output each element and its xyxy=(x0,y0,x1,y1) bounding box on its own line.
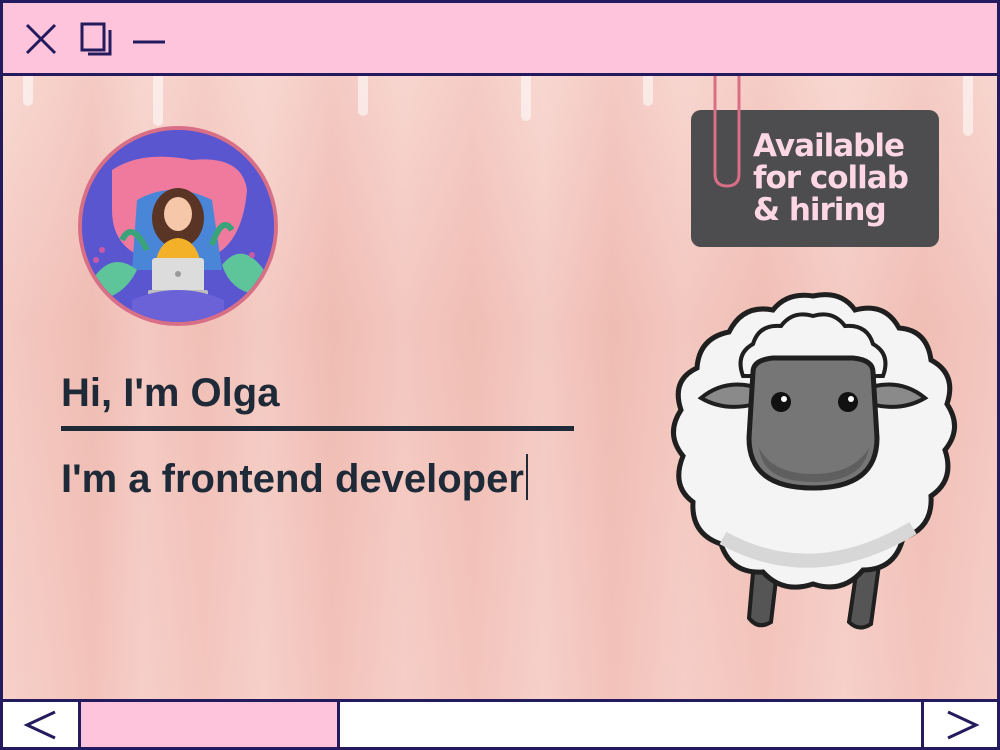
role-label: I'm a frontend developer xyxy=(61,457,524,501)
paint-streak xyxy=(643,76,653,106)
scroll-track[interactable] xyxy=(340,702,921,747)
page-content: Hi, I'm Olga I'm a frontend developer Av… xyxy=(3,76,997,699)
badge-line-1: Available xyxy=(753,128,905,164)
paint-streak xyxy=(521,76,531,121)
paint-streak xyxy=(963,76,973,136)
scroll-next-button[interactable] xyxy=(921,702,997,747)
badge-text: Available for collab & hiring xyxy=(753,130,933,226)
minimize-icon[interactable] xyxy=(131,21,167,57)
developer-avatar-illustration xyxy=(78,126,278,326)
browser-window: Hi, I'm Olga I'm a frontend developer Av… xyxy=(0,0,1000,750)
sheep-illustration xyxy=(671,292,957,630)
scroll-prev-button[interactable] xyxy=(3,702,81,747)
title-bar xyxy=(3,3,997,76)
paint-streak xyxy=(153,76,163,126)
text-cursor xyxy=(525,454,528,500)
paint-streak xyxy=(358,76,368,116)
badge-line-3: & hiring xyxy=(753,192,887,228)
chevron-left-icon xyxy=(23,710,56,740)
greeting-heading: Hi, I'm Olga xyxy=(61,371,280,415)
maximize-icon[interactable] xyxy=(79,21,115,57)
heading-underline xyxy=(61,426,574,431)
chevron-right-icon xyxy=(947,710,980,740)
scroll-bar xyxy=(3,699,997,747)
badge-line-2: for collab xyxy=(753,160,909,196)
role-text: I'm a frontend developer xyxy=(61,454,528,502)
paperclip-icon xyxy=(713,76,741,188)
scroll-thumb[interactable] xyxy=(81,702,340,747)
paint-streak xyxy=(23,76,33,106)
close-icon[interactable] xyxy=(23,21,59,57)
